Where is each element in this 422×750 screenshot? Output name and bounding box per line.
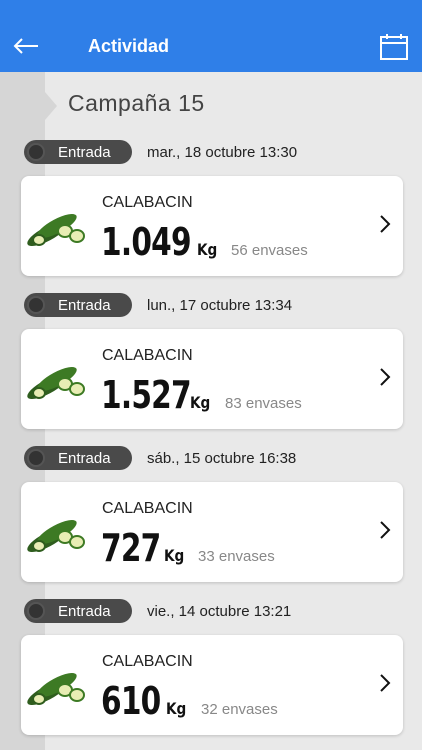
weight-value: 1.527 <box>101 373 192 417</box>
page-title: Actividad <box>88 36 170 56</box>
chevron-right-icon <box>380 674 391 692</box>
entry-type-badge: Entrada <box>24 446 132 470</box>
entry-card[interactable]: CALABACIN 1.527 Kg 83 envases <box>21 329 403 429</box>
entry-card[interactable]: CALABACIN 727 Kg 33 envases <box>21 482 403 582</box>
entry-header: Entrada vie., 14 octubre 13:21 <box>24 599 422 623</box>
entry-type-badge: Entrada <box>24 599 132 623</box>
containers-count: 32 envases <box>201 701 278 718</box>
entry-date: mar., 18 octubre 13:30 <box>147 144 298 161</box>
zucchini-icon <box>27 519 85 553</box>
timeline-dot <box>27 296 45 314</box>
weight-unit: Kg <box>166 699 187 718</box>
zucchini-icon <box>27 366 85 400</box>
calendar-icon <box>380 34 408 60</box>
campaign-title: Campaña 15 <box>68 90 205 116</box>
weight-unit: Kg <box>197 240 218 259</box>
zucchini-icon <box>27 672 85 706</box>
chevron-right-icon <box>380 368 391 386</box>
product-name: CALABACIN <box>102 500 193 517</box>
containers-count: 83 envases <box>225 395 302 412</box>
product-name: CALABACIN <box>102 194 193 211</box>
entry-date: sáb., 15 octubre 16:38 <box>147 450 297 467</box>
entry-date: lun., 17 octubre 13:34 <box>147 297 293 314</box>
containers-count: 56 envases <box>231 242 308 259</box>
calendar-button[interactable] <box>380 33 408 61</box>
entry-type-label: Entrada <box>58 297 111 314</box>
campaign-notch <box>45 92 57 120</box>
weight-unit: Kg <box>190 393 211 412</box>
entry-type-label: Entrada <box>58 144 111 161</box>
entry-header: Entrada lun., 17 octubre 13:34 <box>24 293 422 317</box>
chevron-right-icon <box>380 521 391 539</box>
entry-header: Entrada mar., 18 octubre 13:30 <box>24 140 422 164</box>
weight-value: 727 <box>101 526 161 570</box>
entry-card[interactable]: CALABACIN 610 Kg 32 envases <box>21 635 403 735</box>
weight-value: 1.049 <box>101 220 192 264</box>
entry-type-label: Entrada <box>58 450 111 467</box>
weight-value: 610 <box>101 679 161 723</box>
entry-type-label: Entrada <box>58 603 111 620</box>
product-name: CALABACIN <box>102 347 193 364</box>
entry-date: vie., 14 octubre 13:21 <box>147 603 292 620</box>
back-button[interactable] <box>10 30 42 62</box>
chevron-right-icon <box>380 215 391 233</box>
timeline-dot <box>27 143 45 161</box>
timeline-dot <box>27 602 45 620</box>
timeline-dot <box>27 449 45 467</box>
product-name: CALABACIN <box>102 653 193 670</box>
entry-header: Entrada sáb., 15 octubre 16:38 <box>24 446 422 470</box>
entry-type-badge: Entrada <box>24 293 132 317</box>
zucchini-icon <box>27 213 85 247</box>
app-bar: Actividad <box>0 0 422 72</box>
containers-count: 33 envases <box>198 548 275 565</box>
entry-type-badge: Entrada <box>24 140 132 164</box>
arrow-left-icon <box>13 38 38 54</box>
weight-unit: Kg <box>164 546 185 565</box>
entry-card[interactable]: CALABACIN 1.049 Kg 56 envases <box>21 176 403 276</box>
